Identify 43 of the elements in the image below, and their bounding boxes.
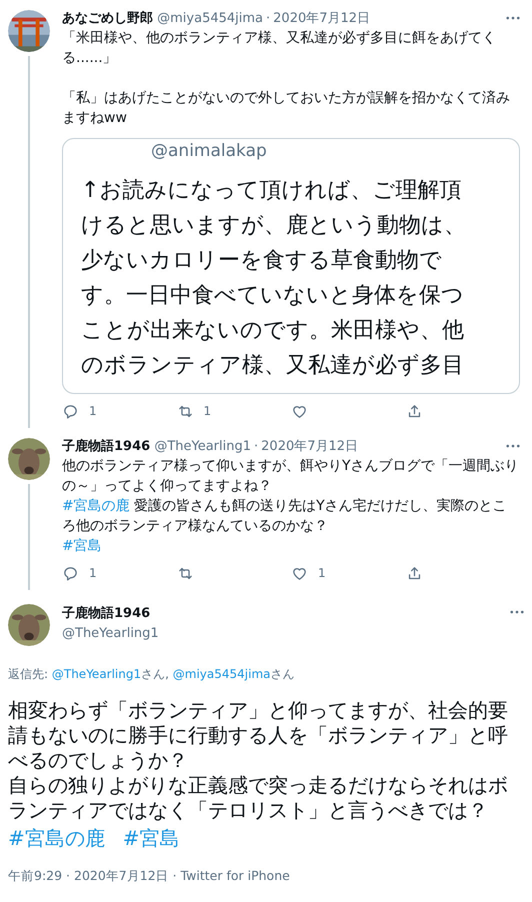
attached-image[interactable]: @animalakap ↑お読みになって頂ければ、ご理解頂 けると思いますが、鹿という動物は、 少ないカロリーを食する草食動物で す。一日中食べていないと身体を保つ ことが出来ないのです。米田様や、他 のボランティア様、又私達が必ず多目 <box>62 138 520 394</box>
image-handle: @animalakap <box>151 141 268 161</box>
tweet-text: 「私」はあげたことがないので外しておいた方が誤解を招かなくて済みますねww <box>62 89 511 128</box>
tweet-text: 他のボランティア様って仰いますが、餌やりYさんブログで「一週間ぶりの～」ってよく仰ってますよね？ <box>62 457 520 496</box>
user-handle[interactable]: @TheYearling1 <box>62 624 498 644</box>
count: 1 <box>89 565 97 582</box>
user-handle[interactable]: @TheYearling1 <box>154 439 252 454</box>
reply-icon[interactable] <box>62 402 79 420</box>
tweet-text: 相変わらず「ボランティア」と仰ってますが、社会的要請もないのに勝手に行動する人を「ボランティア」と呼べるのでしょうか？ <box>8 698 509 773</box>
reply-icon[interactable] <box>62 564 79 582</box>
image-text: ↑お読みになって頂ければ、ご理解頂 <box>81 177 462 205</box>
user-name[interactable]: あなごめし野郎 <box>62 11 153 26</box>
separator-dot: · <box>265 11 272 26</box>
more-icon[interactable] <box>506 16 520 20</box>
hashtag-link[interactable]: #宮島の鹿 <box>62 498 130 514</box>
hashtag-link[interactable]: #宮島 <box>122 823 180 853</box>
hashtag-link[interactable]: #宮島の鹿 <box>8 823 105 853</box>
hashtag-link[interactable]: #宮島 <box>62 536 102 556</box>
count: 1 <box>89 403 97 420</box>
separator-dot: · <box>253 439 260 454</box>
reply-label: 返信先: <box>8 667 50 681</box>
honorific: さん <box>270 667 294 681</box>
user-name[interactable]: 子鹿物語1946 <box>62 604 498 624</box>
image-text: けると思いますが、鹿という動物は、 <box>81 212 467 240</box>
more-icon[interactable] <box>506 444 520 448</box>
tweet-date[interactable]: 2020年7月12日 <box>261 439 358 454</box>
tweet-text: #宮島の鹿 愛護の皆さんも餌の送り先はYさん宅だけだし、実際のところ他のボランティア様なんているのかな？ <box>62 497 508 536</box>
honorific: さん, <box>141 667 170 681</box>
user-name[interactable]: 子鹿物語1946 <box>62 439 150 454</box>
count: 1 <box>318 565 326 582</box>
mention-link[interactable]: @miya5454jima <box>172 667 270 681</box>
image-text: のボランティア様、又私達が必ず多目 <box>81 352 465 380</box>
more-icon[interactable] <box>510 610 524 614</box>
tweet-text: 「米田様や、他のボランティア様、又私達が必ず多目に餌をあげてくる......」 <box>62 29 497 68</box>
tweet-text: 自らの独りよがりな正義感で突っ走るだけならそれはボランティアではなく「テロリスト」と言うべきでは？ <box>8 773 509 823</box>
image-text: す。一日中食べていないと身体を保つ <box>81 282 465 310</box>
tweet-date[interactable]: 2020年7月12日 <box>273 11 370 26</box>
user-handle[interactable]: @miya5454jima <box>157 11 264 26</box>
image-text: 少ないカロリーを食する草食動物で <box>81 247 443 275</box>
image-text: ことが出来ないのです。米田様や、他 <box>81 317 465 345</box>
count: 1 <box>204 403 212 420</box>
mention-link[interactable]: @TheYearling1 <box>52 667 142 681</box>
tweet-meta: 午前9:29 · 2020年7月12日 · Twitter for iPhone <box>8 867 291 885</box>
